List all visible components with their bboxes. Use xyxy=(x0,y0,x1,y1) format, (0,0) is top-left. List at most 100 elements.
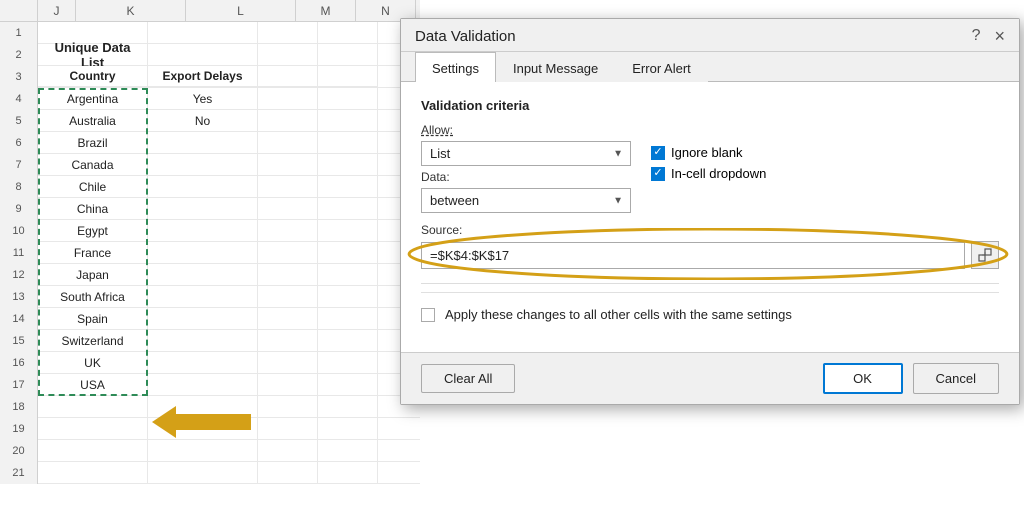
cell xyxy=(258,220,318,241)
table-row[interactable]: 6Brazil xyxy=(0,132,420,154)
cell xyxy=(38,396,148,417)
tab-error-alert[interactable]: Error Alert xyxy=(615,52,708,82)
export-cell[interactable] xyxy=(148,198,258,219)
allow-select[interactable]: List xyxy=(421,141,631,166)
country-cell[interactable]: Spain xyxy=(38,308,148,329)
in-cell-dropdown-checkbox[interactable]: ✓ xyxy=(651,167,665,181)
row-num: 11 xyxy=(0,242,38,264)
export-cell[interactable]: No xyxy=(148,110,258,131)
export-cell[interactable] xyxy=(148,242,258,263)
export-cell[interactable] xyxy=(148,176,258,197)
table-row[interactable]: 12Japan xyxy=(0,264,420,286)
cell xyxy=(318,462,378,483)
table-row[interactable]: 15Switzerland xyxy=(0,330,420,352)
table-row[interactable]: 17USA xyxy=(0,374,420,396)
data-label: Data: xyxy=(421,170,631,184)
country-cell[interactable]: Egypt xyxy=(38,220,148,241)
table-row[interactable]: 13South Africa xyxy=(0,286,420,308)
cell xyxy=(258,264,318,285)
arrow-shaft xyxy=(176,414,251,430)
checkboxes-col: ✓ Ignore blank ✓ In-cell dropdown xyxy=(651,145,766,181)
table-row[interactable]: 14Spain xyxy=(0,308,420,330)
export-cell[interactable] xyxy=(148,330,258,351)
source-row: Source: xyxy=(421,223,999,269)
arrow-head-icon xyxy=(152,406,176,438)
ignore-blank-checkbox[interactable]: ✓ xyxy=(651,146,665,160)
cell xyxy=(258,66,318,87)
dialog-footer: Clear All OK Cancel xyxy=(401,352,1019,404)
apply-row: Apply these changes to all other cells w… xyxy=(421,292,999,322)
table-row[interactable]: 9China xyxy=(0,198,420,220)
row-num: 7 xyxy=(0,154,38,176)
cell xyxy=(148,462,258,483)
ok-button[interactable]: OK xyxy=(823,363,903,394)
row-num: 6 xyxy=(0,132,38,154)
country-cell[interactable]: China xyxy=(38,198,148,219)
cell xyxy=(148,22,258,43)
table-row[interactable]: 11France xyxy=(0,242,420,264)
export-cell[interactable]: Yes xyxy=(148,88,258,109)
allow-select-wrapper[interactable]: List ▼ xyxy=(421,141,631,166)
country-cell[interactable]: Japan xyxy=(38,264,148,285)
export-cell[interactable] xyxy=(148,264,258,285)
row-num: 13 xyxy=(0,286,38,308)
cancel-button[interactable]: Cancel xyxy=(913,363,999,394)
table-row[interactable]: 7Canada xyxy=(0,154,420,176)
apply-changes-checkbox[interactable] xyxy=(421,308,435,322)
cell xyxy=(318,198,378,219)
data-select[interactable]: between xyxy=(421,188,631,213)
cell xyxy=(258,308,318,329)
cell xyxy=(318,44,378,65)
source-input-row xyxy=(421,241,999,269)
row-num: 14 xyxy=(0,308,38,330)
country-cell[interactable]: Australia xyxy=(38,110,148,131)
cell xyxy=(258,198,318,219)
row-num: 17 xyxy=(0,374,38,396)
tab-input-message[interactable]: Input Message xyxy=(496,52,615,82)
table-row[interactable]: 10Egypt xyxy=(0,220,420,242)
table-row[interactable]: 16UK xyxy=(0,352,420,374)
ignore-blank-row[interactable]: ✓ Ignore blank xyxy=(651,145,766,160)
country-cell[interactable]: Chile xyxy=(38,176,148,197)
cell xyxy=(318,242,378,263)
export-cell[interactable] xyxy=(148,374,258,395)
col-header-m: M xyxy=(296,0,356,21)
cell xyxy=(318,440,378,461)
table-row[interactable]: 5AustraliaNo xyxy=(0,110,420,132)
row-num: 9 xyxy=(0,198,38,220)
cell xyxy=(318,286,378,307)
country-cell[interactable]: Switzerland xyxy=(38,330,148,351)
export-cell[interactable] xyxy=(148,132,258,153)
export-cell[interactable] xyxy=(148,308,258,329)
row-num: 21 xyxy=(0,462,38,484)
data-select-wrapper[interactable]: between ▼ xyxy=(421,188,631,213)
help-button[interactable]: ? xyxy=(972,27,981,45)
spreadsheet: J K L M N 1 2 Unique Data List 3 Country… xyxy=(0,0,420,521)
in-cell-dropdown-row[interactable]: ✓ In-cell dropdown xyxy=(651,166,766,181)
export-cell[interactable] xyxy=(148,220,258,241)
country-cell[interactable]: Argentina xyxy=(38,88,148,109)
country-cell[interactable]: Canada xyxy=(38,154,148,175)
arrow xyxy=(152,406,251,438)
country-cell[interactable]: Brazil xyxy=(38,132,148,153)
table-row: 3 Country Export Delays xyxy=(0,66,420,88)
export-cell[interactable] xyxy=(148,286,258,307)
cell xyxy=(148,44,258,65)
cell xyxy=(258,330,318,351)
export-cell[interactable] xyxy=(148,352,258,373)
row-num: 8 xyxy=(0,176,38,198)
country-cell[interactable]: UK xyxy=(38,352,148,373)
country-cell[interactable]: South Africa xyxy=(38,286,148,307)
table-row[interactable]: 4ArgentinaYes xyxy=(0,88,420,110)
clear-all-button[interactable]: Clear All xyxy=(421,364,515,393)
export-cell[interactable] xyxy=(148,154,258,175)
row-num: 1 xyxy=(0,22,38,44)
table-row[interactable]: 8Chile xyxy=(0,176,420,198)
country-cell[interactable]: USA xyxy=(38,374,148,395)
source-range-select-button[interactable] xyxy=(971,241,999,269)
tab-settings[interactable]: Settings xyxy=(415,52,496,82)
close-button[interactable]: × xyxy=(994,27,1005,45)
source-input[interactable] xyxy=(421,242,965,269)
cell xyxy=(258,88,318,109)
country-cell[interactable]: France xyxy=(38,242,148,263)
